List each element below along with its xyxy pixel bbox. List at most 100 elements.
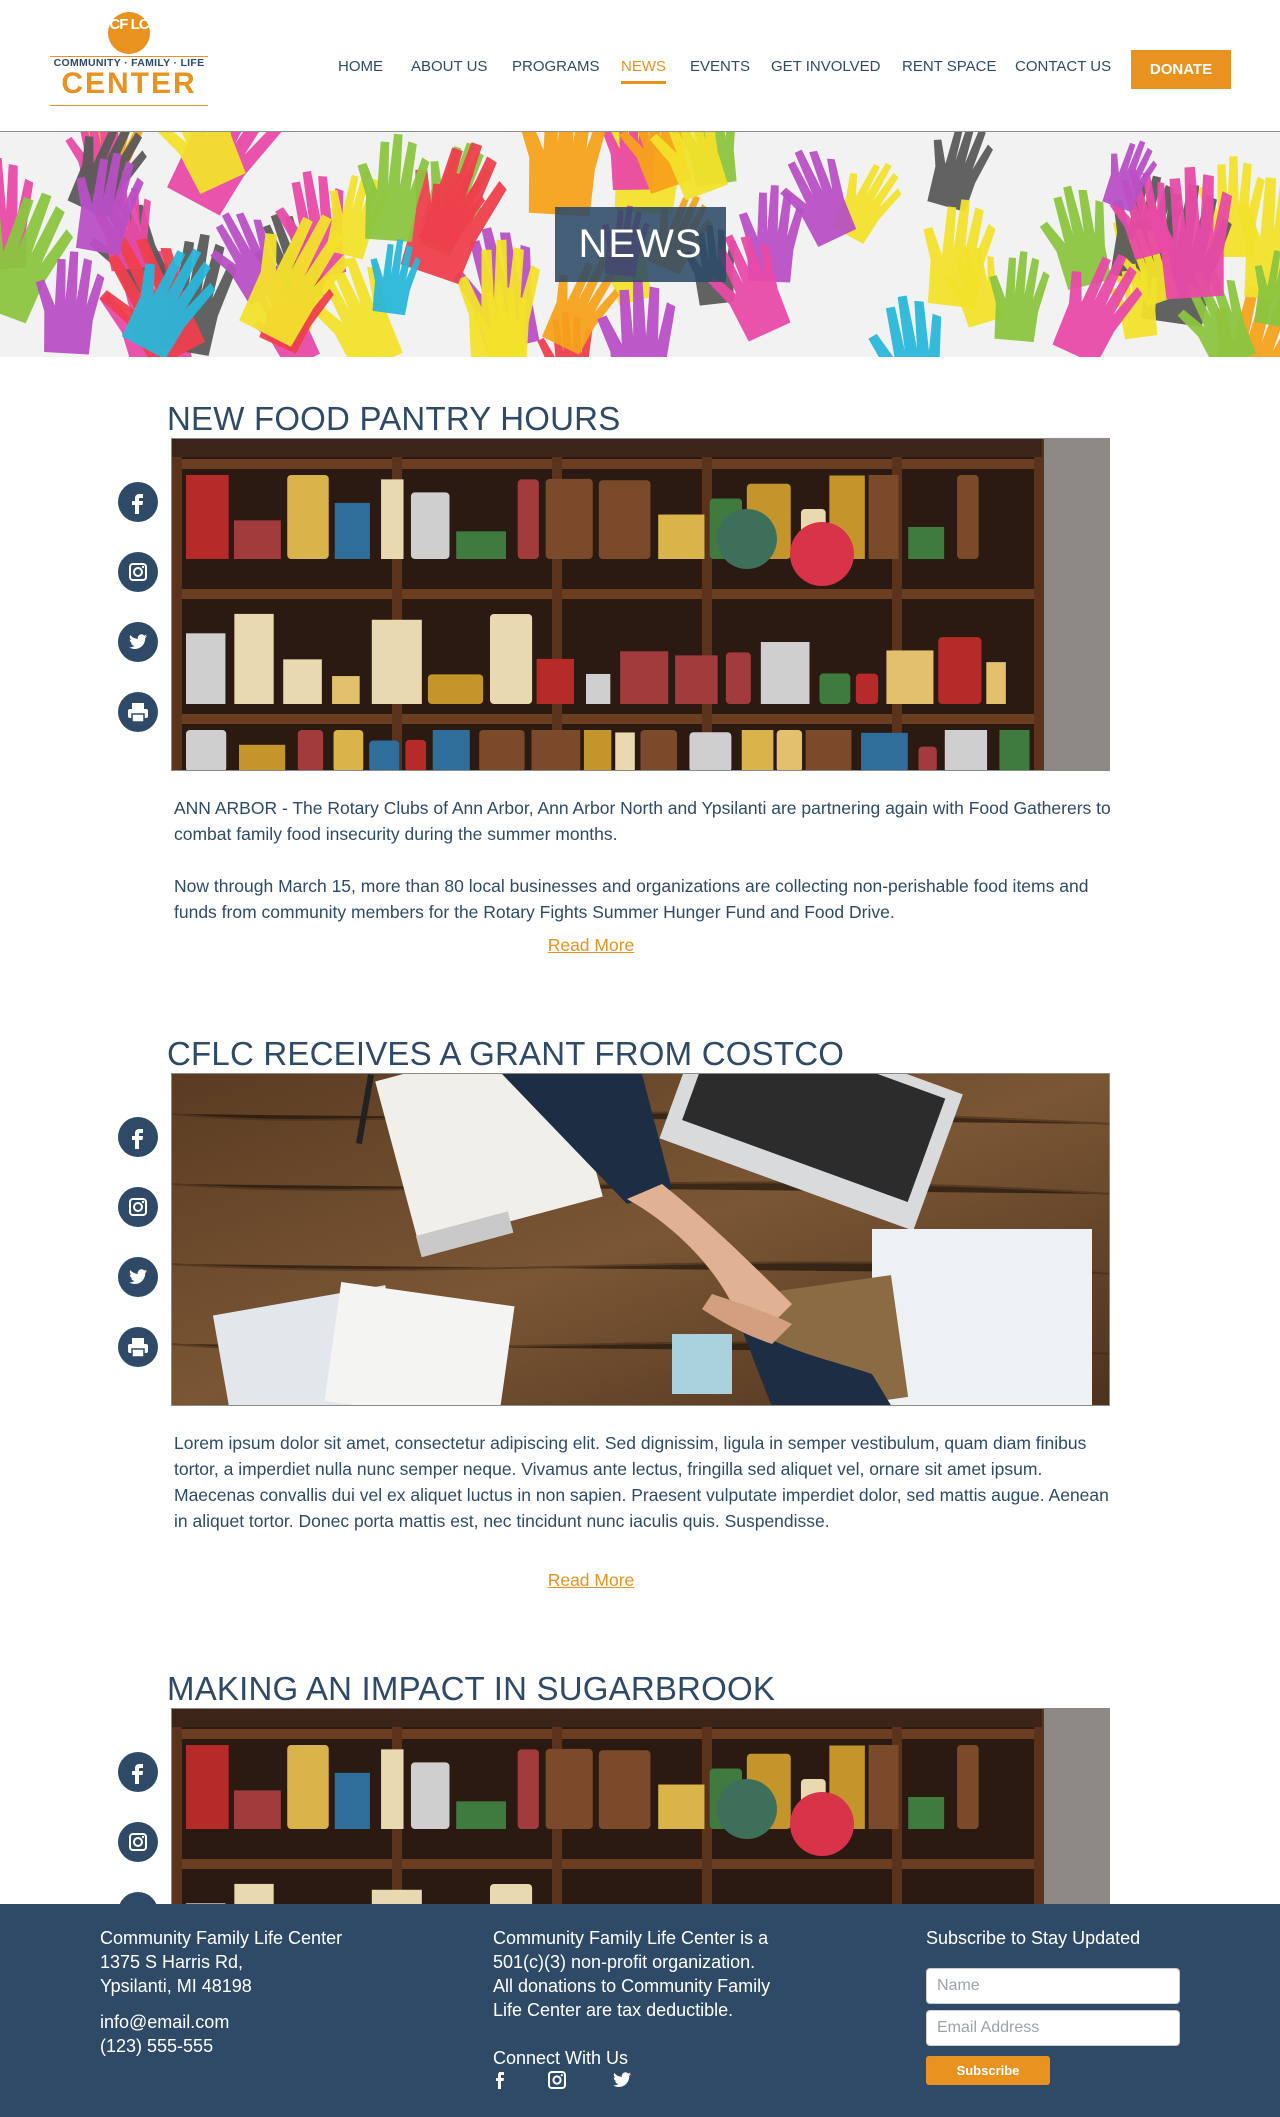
shelf-board — [172, 1859, 1042, 1869]
pantry-item — [938, 637, 982, 704]
pantry-item — [531, 730, 581, 770]
site-logo[interactable]: CF LC COMMUNITY · FAMILY · LIFE CENTER — [50, 12, 208, 108]
pantry-item — [855, 673, 879, 704]
top-shelf — [172, 439, 1042, 457]
twitter-icon[interactable] — [611, 2069, 633, 2091]
pantry-item — [675, 655, 718, 704]
pantry-item — [334, 502, 370, 559]
share-facebook-button[interactable] — [118, 1752, 158, 1792]
nav-about-us[interactable]: ABOUT US — [411, 58, 487, 75]
top-shelf — [172, 1709, 1042, 1727]
share-instagram-button[interactable] — [118, 1187, 158, 1227]
share-twitter-button[interactable] — [118, 1257, 158, 1297]
hero-title-box: NEWS — [555, 207, 726, 282]
pantry-item — [333, 730, 364, 770]
article-image-pantry[interactable] — [171, 438, 1110, 771]
pantry-item — [297, 730, 324, 770]
pantry-item — [332, 676, 360, 704]
hand-shape — [517, 132, 611, 217]
pantry-item — [586, 673, 611, 704]
donate-button[interactable]: DONATE — [1131, 50, 1231, 89]
pantry-item — [957, 1745, 979, 1829]
nav-events[interactable]: EVENTS — [690, 58, 750, 75]
connect-heading: Connect With Us — [493, 2048, 629, 2068]
nav-contact-us[interactable]: CONTACT US — [1015, 58, 1111, 75]
pantry-item — [776, 730, 803, 770]
subscribe-button[interactable]: Subscribe — [926, 2056, 1050, 2085]
pantry-item — [918, 746, 937, 770]
pantry-shelves-photo — [172, 439, 1109, 770]
print-button[interactable] — [118, 1327, 158, 1367]
pantry-item — [868, 475, 899, 559]
pantry-item — [658, 514, 705, 559]
pantry-item — [886, 650, 934, 704]
article-title[interactable]: CFLC RECEIVES A GRANT FROM COSTCO — [167, 1035, 844, 1073]
share-facebook-button[interactable] — [118, 1117, 158, 1157]
nav-home[interactable]: HOME — [338, 58, 383, 75]
instagram-icon — [129, 563, 147, 581]
shelf-divider — [702, 439, 712, 770]
read-more-link[interactable]: Read More — [0, 935, 1182, 956]
logo-divider — [50, 105, 208, 106]
site-header: CF LC COMMUNITY · FAMILY · LIFE CENTER H… — [0, 0, 1280, 132]
pantry-item — [186, 730, 227, 770]
instagram-icon — [129, 1198, 147, 1216]
subscribe-name-input[interactable] — [926, 1968, 1180, 2004]
footer-about-line: Life Center are tax deductible. — [493, 2000, 734, 2020]
print-icon — [128, 703, 148, 723]
share-instagram-button[interactable] — [118, 1822, 158, 1862]
nav-rent-space[interactable]: RENT SPACE — [902, 58, 996, 75]
shelf-divider — [1034, 439, 1044, 770]
share-instagram-button[interactable] — [118, 552, 158, 592]
pantry-item — [369, 740, 400, 770]
round-tin — [717, 509, 777, 569]
hero-banner: NEWS — [0, 132, 1280, 357]
pantry-item — [456, 531, 507, 559]
subscribe-email-input[interactable] — [926, 2010, 1180, 2046]
round-sign — [790, 522, 854, 586]
nav-get-involved[interactable]: GET INVOLVED — [771, 58, 880, 75]
facebook-icon[interactable] — [490, 2069, 512, 2091]
article-paragraph: Now through March 15, more than 80 local… — [174, 876, 1089, 922]
read-more-link[interactable]: Read More — [0, 1570, 1182, 1591]
footer-email[interactable]: info@email.com — [100, 2010, 229, 2034]
pantry-item — [615, 732, 635, 770]
footer-phone[interactable]: (123) 555-555 — [100, 2034, 213, 2058]
shelf-board — [172, 459, 1042, 469]
footer-about-line: Community Family Life Center is a — [493, 1928, 769, 1948]
stone-wall — [1042, 439, 1109, 770]
shelf-board — [172, 1729, 1042, 1739]
pantry-item — [598, 1750, 651, 1829]
pantry-item — [545, 1748, 593, 1829]
pantry-item — [405, 739, 427, 770]
article-paragraph: ANN ARBOR - The Rotary Clubs of Ann Arbo… — [174, 798, 1111, 844]
footer-about-line: 501(c)(3) non-profit organization. — [493, 1952, 756, 1972]
print-button[interactable] — [118, 692, 158, 732]
pantry-item — [287, 475, 329, 559]
article-title[interactable]: NEW FOOD PANTRY HOURS — [167, 400, 620, 438]
shelf-board — [172, 714, 1042, 724]
facebook-icon — [132, 1129, 143, 1149]
footer-city: Ypsilanti, MI 48198 — [100, 1976, 252, 1996]
article-image-handshake[interactable] — [171, 1073, 1110, 1406]
pantry-item — [986, 662, 1006, 704]
share-twitter-button[interactable] — [118, 622, 158, 662]
footer-street: 1375 S Harris Rd, — [100, 1952, 244, 1972]
nav-programs[interactable]: PROGRAMS — [512, 58, 600, 75]
logo-wordmark: CENTER — [61, 67, 197, 100]
pantry-item — [287, 1745, 329, 1829]
twitter-icon — [129, 634, 147, 649]
pantry-item — [725, 652, 751, 704]
pantry-item — [334, 1772, 370, 1829]
subscribe-heading: Subscribe to Stay Updated — [926, 1928, 1141, 1948]
instagram-icon[interactable] — [546, 2069, 568, 2091]
pantry-item — [517, 479, 539, 559]
pantry-item — [432, 730, 470, 770]
share-facebook-button[interactable] — [118, 482, 158, 522]
pantry-item — [186, 1745, 229, 1829]
nav-news[interactable]: NEWS — [621, 58, 666, 84]
pantry-item — [689, 732, 732, 770]
pantry-item — [234, 613, 274, 704]
pantry-item — [233, 520, 281, 559]
article-title[interactable]: MAKING AN IMPACT IN SUGARBROOK — [167, 1670, 775, 1708]
